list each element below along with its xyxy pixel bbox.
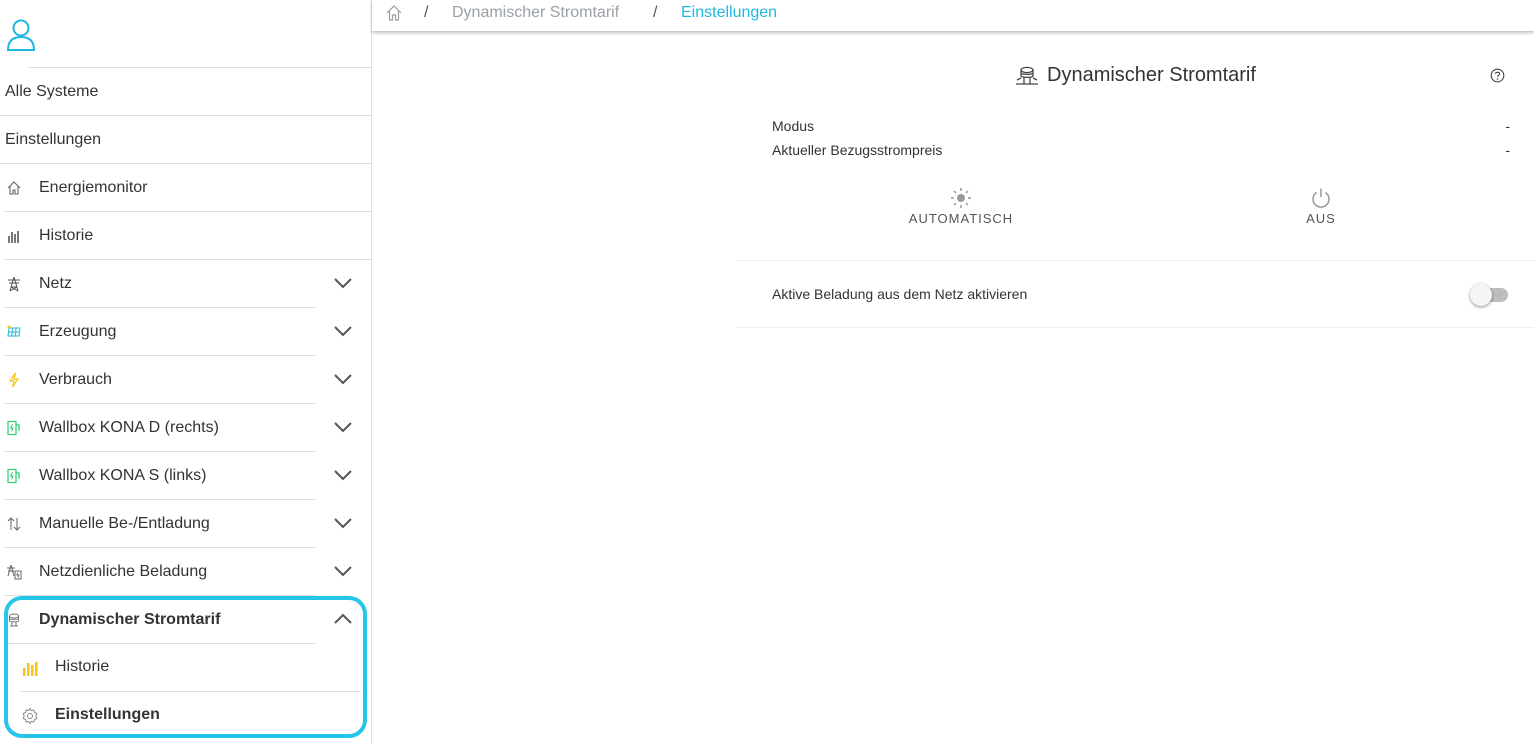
- power-pylon-icon: [5, 275, 23, 293]
- wallbox-icon: [5, 419, 23, 437]
- price-value: -: [1505, 142, 1510, 158]
- sidebar-item-label: Netzdienliche Beladung: [39, 563, 208, 580]
- sidebar-item-label: Verbrauch: [39, 371, 112, 388]
- chevron-down-icon[interactable]: [333, 564, 353, 578]
- grid-charging-toggle[interactable]: [1470, 284, 1508, 306]
- user-icon[interactable]: [6, 18, 36, 52]
- help-icon[interactable]: [1490, 68, 1505, 83]
- sidebar-item-label: Energiemonitor: [39, 179, 148, 196]
- mode-value: -: [1505, 118, 1510, 134]
- sidebar-item-label: Wallbox KONA S (links): [39, 467, 207, 484]
- divider: [736, 260, 1534, 261]
- chevron-down-icon[interactable]: [333, 516, 353, 530]
- sidebar-item-netz[interactable]: Netz: [0, 260, 371, 308]
- breadcrumb-parent[interactable]: Dynamischer Stromtarif: [452, 4, 619, 22]
- up-down-arrows-icon: [5, 515, 23, 533]
- sidebar: Alle Systeme Einstellungen Energiemonito…: [0, 0, 372, 744]
- breadcrumb-separator: /: [653, 4, 658, 21]
- lightning-icon: [5, 371, 23, 389]
- grid-charging-toggle-label: Aktive Beladung aus dem Netz aktivieren: [772, 286, 1028, 302]
- power-icon: [1312, 188, 1330, 208]
- sidebar-item-label: Erzeugung: [39, 323, 117, 340]
- breadcrumb-current: Einstellungen: [681, 4, 778, 21]
- user-area: [6, 0, 371, 68]
- solar-panel-icon: [5, 323, 23, 341]
- sidebar-item-label: Wallbox KONA D (rechts): [39, 419, 219, 436]
- chevron-down-icon[interactable]: [333, 468, 353, 482]
- price-row: Aktueller Bezugsstrompreis -: [772, 142, 1510, 158]
- gear-icon: [22, 707, 38, 725]
- sidebar-item-historie[interactable]: Historie: [0, 212, 371, 260]
- toggle-knob: [1470, 284, 1492, 306]
- chevron-down-icon[interactable]: [333, 324, 353, 338]
- page-title-text: Dynamischer Stromtarif: [1047, 64, 1256, 86]
- grid-charging-icon: [5, 563, 23, 581]
- sidebar-item-erzeugung[interactable]: Erzeugung: [0, 308, 371, 356]
- sidebar-item-grid-charging[interactable]: Netzdienliche Beladung: [0, 548, 371, 596]
- sidebar-subitem-label: Einstellungen: [55, 706, 160, 723]
- mode-off-label: AUS: [1306, 211, 1336, 226]
- coin-stack-icon: [5, 611, 23, 629]
- bar-chart-icon: [5, 227, 23, 245]
- chevron-down-icon[interactable]: [333, 372, 353, 386]
- sidebar-item-label: Manuelle Be-/Entladung: [39, 515, 210, 532]
- mode-label: Modus: [772, 118, 815, 134]
- coin-stack-icon: [1016, 66, 1038, 85]
- chevron-down-icon[interactable]: [333, 420, 353, 434]
- sidebar-subitem-historie[interactable]: Historie: [0, 644, 371, 692]
- breadcrumb: / Dynamischer Stromtarif / Einstellungen: [372, 0, 1534, 31]
- mode-off-button[interactable]: AUS: [1251, 187, 1391, 226]
- page-title: Dynamischer Stromtarif: [1014, 64, 1256, 87]
- nav-all-systems[interactable]: Alle Systeme: [0, 68, 371, 116]
- breadcrumb-separator: /: [424, 4, 429, 21]
- divider: [736, 327, 1534, 328]
- sidebar-item-label: Netz: [39, 275, 72, 292]
- sidebar-subitem-einstellungen[interactable]: Einstellungen: [0, 692, 371, 740]
- sidebar-item-label: Historie: [39, 227, 94, 244]
- sidebar-item-manual-charging[interactable]: Manuelle Be-/Entladung: [0, 500, 371, 548]
- sidebar-item-dynamic-tariff[interactable]: Dynamischer Stromtarif: [0, 596, 371, 644]
- sidebar-item-energiemonitor[interactable]: Energiemonitor: [0, 164, 371, 212]
- sun-icon: [951, 188, 971, 208]
- sidebar-item-wallbox-s[interactable]: Wallbox KONA S (links): [0, 452, 371, 500]
- home-icon[interactable]: [385, 4, 403, 22]
- mode-automatic-button[interactable]: AUTOMATISCH: [891, 187, 1031, 226]
- mode-row: Modus -: [772, 118, 1510, 134]
- price-label: Aktueller Bezugsstrompreis: [772, 142, 943, 158]
- mode-automatic-label: AUTOMATISCH: [908, 211, 1014, 226]
- chevron-down-icon[interactable]: [333, 276, 353, 290]
- chevron-up-icon[interactable]: [333, 612, 353, 626]
- wallbox-icon: [5, 467, 23, 485]
- sidebar-item-wallbox-d[interactable]: Wallbox KONA D (rechts): [0, 404, 371, 452]
- nav-settings[interactable]: Einstellungen: [0, 116, 371, 164]
- sidebar-item-verbrauch[interactable]: Verbrauch: [0, 356, 371, 404]
- home-icon: [5, 179, 23, 197]
- bar-chart-icon: [23, 662, 38, 676]
- sidebar-subitem-label: Historie: [55, 658, 110, 675]
- sidebar-item-label: Dynamischer Stromtarif: [39, 611, 221, 628]
